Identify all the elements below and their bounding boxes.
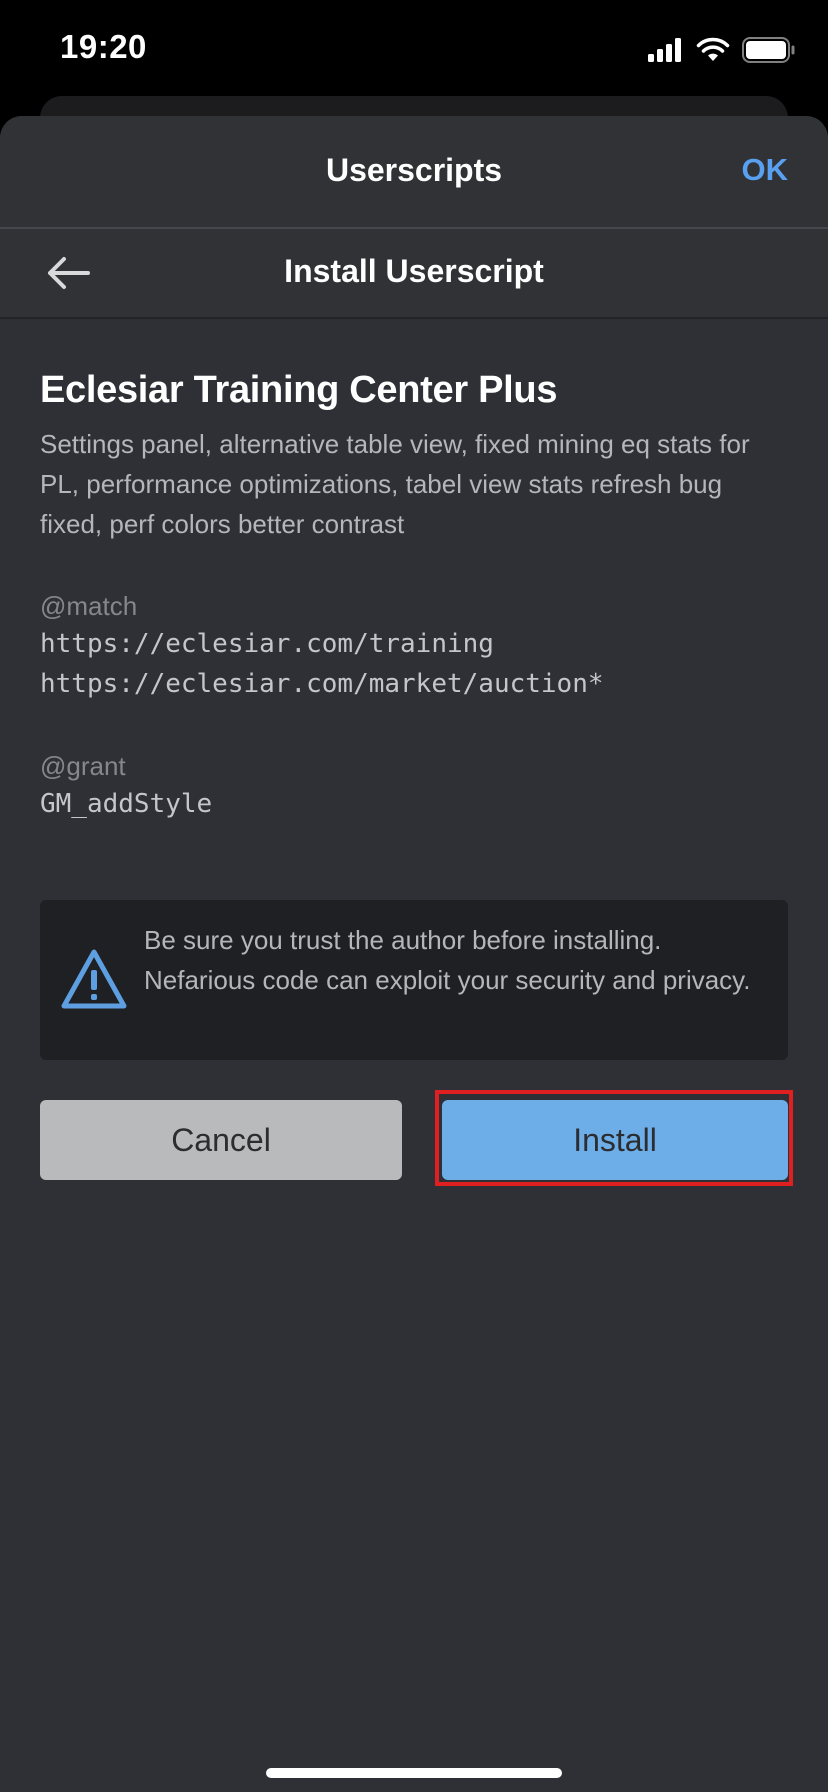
battery-icon	[742, 37, 795, 63]
script-description: Settings panel, alternative table view, …	[40, 429, 750, 539]
nav-title: Install Userscript	[284, 253, 544, 289]
cellular-signal-icon	[648, 38, 681, 62]
status-time: 19:20	[60, 28, 147, 65]
warning-text: Be sure you trust the author before inst…	[144, 925, 751, 995]
sheet-title: Userscripts	[325, 152, 503, 188]
match-url: https://eclesiar.com/training	[40, 629, 494, 659]
script-details: Eclesiar Training Center Plus Settings p…	[0, 319, 828, 824]
userscripts-sheet: Userscripts OK Install Userscript Eclesi…	[0, 116, 828, 1792]
match-url: https://eclesiar.com/market/auction*	[40, 669, 604, 699]
nav-bar: Install Userscript	[0, 229, 828, 319]
cancel-button[interactable]: Cancel	[40, 1100, 402, 1180]
status-icons	[648, 36, 796, 64]
grant-value: GM_addStyle	[40, 789, 213, 819]
screen: 19:20 Userscripts OK Install Userscript …	[0, 0, 828, 1792]
warning-box: Be sure you trust the author before inst…	[40, 900, 788, 1060]
home-indicator[interactable]	[266, 1768, 562, 1778]
script-name: Eclesiar Training Center Plus	[40, 369, 558, 411]
grant-label: @grant	[40, 751, 126, 781]
grant-section: @grant GM_addStyle	[40, 748, 788, 824]
warning-triangle-icon	[61, 949, 127, 1009]
match-section: @match https://eclesiar.com/training htt…	[40, 588, 788, 704]
wifi-icon	[696, 37, 730, 61]
install-button[interactable]: Install	[442, 1100, 788, 1180]
ok-button[interactable]: OK	[742, 152, 789, 188]
sheet-header: Userscripts OK	[0, 116, 828, 229]
match-label: @match	[40, 591, 138, 621]
status-bar: 19:20	[0, 0, 828, 100]
